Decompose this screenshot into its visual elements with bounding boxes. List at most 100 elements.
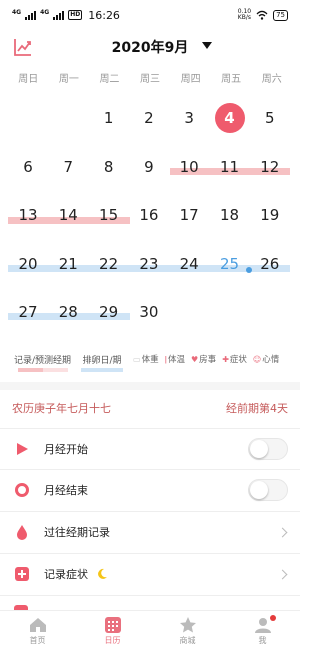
nav-shop[interactable]: 商城 [150,611,225,650]
legend-intimacy-label: 房事 [199,355,217,365]
calendar-day[interactable]: 3 [169,98,209,138]
calendar-day[interactable]: 7 [48,147,88,187]
legend-ovulation: 排卵日/期 [81,353,124,372]
calendar-day[interactable]: 21 [48,244,88,284]
legend-period-swatch [17,368,68,372]
calendar-day[interactable]: 13 [8,195,48,235]
nav-home-label: 首页 [29,636,46,645]
plus-icon: ✚ [222,354,229,364]
network-speed: 0.10 KB/s [238,9,251,21]
period-end-label: 月经结束 [44,484,88,497]
period-start-toggle[interactable] [248,438,288,460]
calendar-grid: 1 2 3 4 5 6 7 8 9 10 11 12 13 14 15 16 17 18 19 20 21 22 23 24 2… [0,95,300,335]
calendar-day[interactable]: 12 [250,147,290,187]
mood-icon: ☺ [252,354,262,364]
weekday-label: 周一 [58,74,79,85]
calendar-day[interactable]: 30 [129,292,169,332]
calendar-day[interactable]: 11 [210,147,250,187]
plus-square-icon [14,566,30,582]
calendar-day[interactable]: 19 [250,195,290,235]
calendar-day[interactable]: 28 [48,292,88,332]
calendar-day[interactable]: 22 [89,244,129,284]
next-row-partial [0,600,300,610]
legend-symptom: ✚ 症状 [222,353,247,366]
network-type-label: 4G [40,8,50,16]
cycle-status: 经前期第4天 [226,402,288,415]
month-title[interactable]: 2020年9月 [0,37,300,57]
nav-shop-label: 商城 [179,636,196,645]
toggle-knob [250,481,268,499]
weekday-label: 周三 [140,74,161,85]
legend-temperature-label: 体温 [167,355,185,365]
calendar-day[interactable]: 23 [129,244,169,284]
legend-intimacy: ♥ 房事 [191,353,217,366]
month-dropdown-caret-icon[interactable] [202,42,212,49]
period-end-toggle[interactable] [248,479,288,501]
status-bar: 4G 4G HD 16:26 0.10 KB/s 75 [0,0,300,30]
home-icon [28,615,48,635]
notification-badge [270,615,276,621]
nav-calendar-label: 日历 [104,636,121,645]
calendar-day[interactable]: 29 [89,292,129,332]
period-start-label: 月经开始 [44,443,88,456]
weekday-label: 周二 [99,74,120,85]
moon-icon [96,565,108,584]
past-periods-row[interactable]: 过往经期记录 [0,512,300,552]
calendar-day[interactable]: 5 [250,98,290,138]
drop-icon [14,524,30,540]
network-type-label: 4G [12,8,22,16]
period-end-row: 月经结束 [0,470,300,510]
weekday-label: 周五 [221,74,242,85]
lunar-date: 农历庚子年七月十七 [12,402,111,415]
calendar-day[interactable]: 1 [89,98,129,138]
day-number: 4 [224,109,235,127]
heart-icon: ♥ [191,354,199,364]
record-symptoms-row[interactable]: 记录症状 [0,554,300,594]
divider [0,595,300,596]
legend-mood-label: 心情 [262,355,280,365]
calendar-day[interactable]: 24 [169,244,209,284]
calendar-day[interactable]: 25 [210,244,252,284]
calendar-day[interactable]: 14 [48,195,88,235]
calendar-day[interactable]: 9 [129,147,169,187]
nav-home[interactable]: 首页 [0,611,75,650]
calendar-day[interactable]: 26 [250,244,290,284]
nav-me[interactable]: 我 [225,611,300,650]
calendar-day[interactable]: 20 [8,244,48,284]
record-symptoms-label: 记录症状 [44,568,88,581]
thermometer-icon: ǀ [164,354,167,364]
legend-ovulation-swatch [81,368,124,372]
calendar-day[interactable]: 17 [169,195,209,235]
weight-icon: ▭ [133,354,141,364]
nav-calendar[interactable]: 日历 [75,611,150,650]
legend-weight-label: 体重 [141,355,159,365]
calendar-day[interactable]: 15 [89,195,129,235]
calendar-day[interactable]: 6 [8,147,48,187]
play-icon [14,441,30,457]
day-info-row: 农历庚子年七月十七 经前期第4天 [0,393,300,423]
network-speed-unit: KB/s [237,14,251,21]
calendar-day[interactable]: 4 [210,98,250,138]
weekday-header: 周日 周一 周二 周三 周四 周五 周六 [0,70,300,90]
calendar-day[interactable]: 8 [89,147,129,187]
legend-ovulation-label: 排卵日/期 [82,356,122,366]
ring-icon [14,482,30,498]
star-icon [178,615,198,635]
bottom-nav: 首页 日历 商城 我 [0,610,300,650]
weekday-label: 周四 [180,74,201,85]
wifi-icon [256,10,268,20]
calendar-day[interactable]: 2 [129,98,169,138]
legend-period: 记录/预测经期 [14,353,71,372]
calendar-day[interactable]: 10 [169,147,209,187]
battery-icon: 75 [273,9,288,21]
chevron-right-icon [277,569,288,579]
toggle-knob [250,440,268,458]
legend-temperature: ǀ 体温 [164,353,185,366]
calendar-day[interactable]: 27 [8,292,48,332]
calendar-day[interactable]: 16 [129,195,169,235]
legend-mood: ☺ 心情 [252,353,280,366]
signal-icon [25,10,37,20]
hd-badge: HD [68,10,83,20]
section-divider [0,382,300,390]
calendar-day[interactable]: 18 [210,195,250,235]
